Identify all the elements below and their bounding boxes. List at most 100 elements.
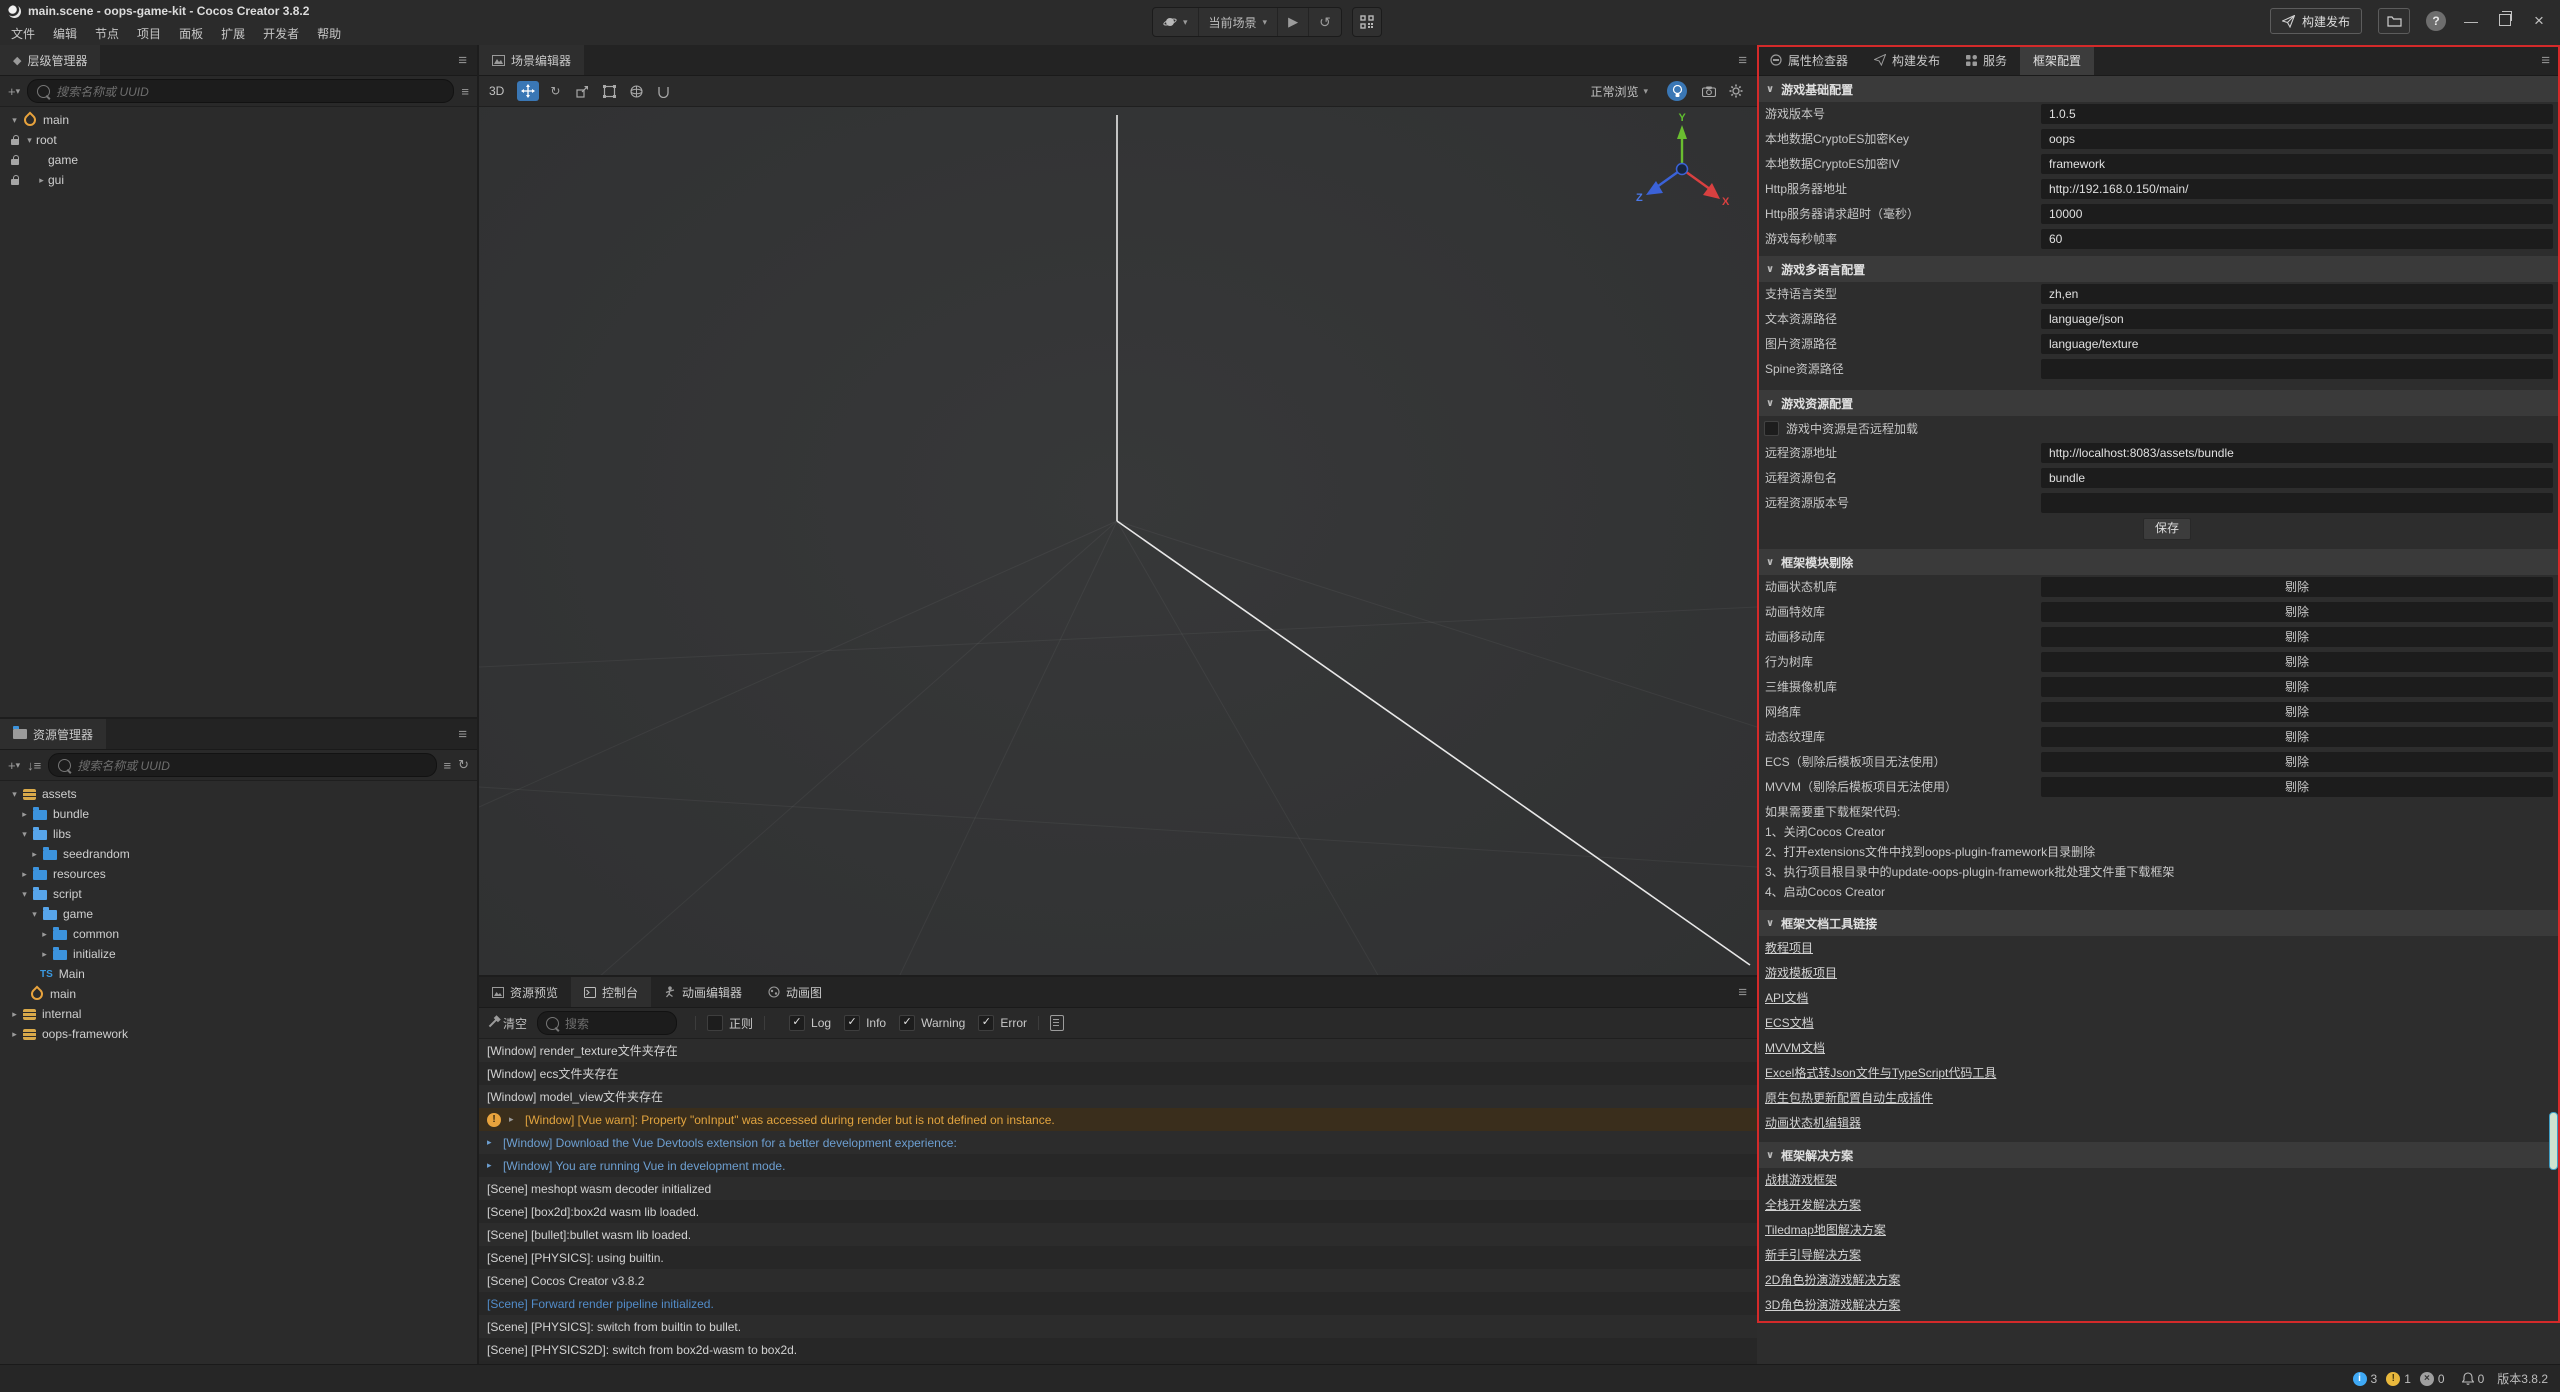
- panel-menu-icon[interactable]: ≡: [2541, 52, 2550, 69]
- log-row[interactable]: ! ▸ [Scene] Cocos Creator v3.8.2: [479, 1269, 1757, 1292]
- doc-link[interactable]: ECS文档: [1765, 1016, 1814, 1030]
- solution-link[interactable]: 新手引导解决方案: [1765, 1248, 1861, 1262]
- rotate-tool-icon[interactable]: ↻: [544, 81, 566, 101]
- build-publish-button[interactable]: 构建发布: [2270, 8, 2362, 34]
- lock-icon[interactable]: [8, 173, 22, 187]
- field-input[interactable]: 60: [2041, 229, 2553, 249]
- log-row[interactable]: ! ▸ [Scene] [PHYSICS]: switch from built…: [479, 1315, 1757, 1338]
- remove-module-button[interactable]: 剔除: [2041, 777, 2553, 797]
- doc-link[interactable]: Excel格式转Json文件与TypeScript代码工具: [1765, 1066, 1996, 1080]
- scene-viewport[interactable]: Y X Z: [479, 107, 1757, 975]
- open-project-folder-button[interactable]: [2378, 8, 2410, 34]
- menu-item[interactable]: 扩展: [212, 25, 254, 42]
- remove-module-button[interactable]: 剔除: [2041, 752, 2553, 772]
- asset-node-row[interactable]: main: [0, 984, 477, 1004]
- log-file-icon[interactable]: [1050, 1015, 1064, 1031]
- field-input[interactable]: language/texture: [2041, 334, 2553, 354]
- asset-node-row[interactable]: initialize: [0, 944, 477, 964]
- log-row[interactable]: ! ▸ [Window] Download the Vue Devtools e…: [479, 1131, 1757, 1154]
- hierarchy-node-row[interactable]: game: [0, 150, 477, 170]
- hierarchy-search-input[interactable]: 搜索名称或 UUID: [27, 79, 454, 103]
- play-button[interactable]: ▶: [1278, 8, 1309, 36]
- log-row[interactable]: ! ▸ [Scene] meshopt wasm decoder initial…: [479, 1177, 1757, 1200]
- menu-item[interactable]: 节点: [86, 25, 128, 42]
- snap-tool-icon[interactable]: [652, 81, 674, 101]
- asset-node-row[interactable]: seedrandom: [0, 844, 477, 864]
- asset-node-row[interactable]: common: [0, 924, 477, 944]
- restart-button[interactable]: ↺: [1309, 8, 1341, 36]
- assets-search-input[interactable]: 搜索名称或 UUID: [48, 753, 436, 777]
- tab-asset-preview[interactable]: 资源预览: [479, 977, 571, 1007]
- tab-services[interactable]: 服务: [1953, 45, 2020, 75]
- lock-icon[interactable]: [8, 153, 22, 167]
- regex-checkbox[interactable]: 正则: [707, 1015, 753, 1032]
- doc-link[interactable]: 动画状态机编辑器: [1765, 1116, 1861, 1130]
- solution-link[interactable]: 全栈开发解决方案: [1765, 1198, 1861, 1212]
- log-row[interactable]: ! ▸ [Scene] Forward render pipeline init…: [479, 1292, 1757, 1315]
- solution-link[interactable]: 2D角色扮演游戏解决方案: [1765, 1273, 1900, 1287]
- log-row[interactable]: ! ▸ [Scene] [bullet]:bullet wasm lib loa…: [479, 1223, 1757, 1246]
- doc-link[interactable]: 游戏模板项目: [1765, 966, 1837, 980]
- doc-link[interactable]: MVVM文档: [1765, 1041, 1825, 1055]
- expand-arrow-icon[interactable]: ▸: [509, 1114, 525, 1125]
- tab-console[interactable]: 控制台: [571, 977, 651, 1007]
- tab-build-publish[interactable]: 构建发布: [1861, 45, 1953, 75]
- asset-node-row[interactable]: internal: [0, 1004, 477, 1024]
- field-input[interactable]: [2041, 493, 2553, 513]
- create-asset-button[interactable]: +▾: [8, 758, 20, 773]
- solution-link[interactable]: Tiledmap地图解决方案: [1765, 1223, 1886, 1237]
- remove-module-button[interactable]: 剔除: [2041, 727, 2553, 747]
- field-input[interactable]: oops: [2041, 129, 2553, 149]
- expand-arrow-icon[interactable]: [18, 829, 31, 840]
- gizmo-space-icon[interactable]: [625, 81, 647, 101]
- log-row[interactable]: ! ▸ [Scene] [box2d]:box2d wasm lib loade…: [479, 1200, 1757, 1223]
- view-mode-select[interactable]: 正常浏览 ▾: [1590, 83, 1648, 100]
- panel-menu-icon[interactable]: ≡: [1738, 52, 1747, 69]
- log-row[interactable]: ! ▸ [Window] ecs文件夹存在: [479, 1062, 1757, 1085]
- log-row[interactable]: ! ▸ [Window] model_view文件夹存在: [479, 1085, 1757, 1108]
- status-info-counter[interactable]: i 3: [2353, 1372, 2378, 1386]
- doc-link[interactable]: 教程项目: [1765, 941, 1813, 955]
- lock-icon[interactable]: [8, 133, 22, 147]
- menu-item[interactable]: 开发者: [254, 25, 308, 42]
- console-search-input[interactable]: 搜索: [537, 1011, 677, 1035]
- solution-link[interactable]: 3D角色扮演游戏解决方案: [1765, 1298, 1900, 1312]
- hierarchy-node-row[interactable]: main: [0, 110, 477, 130]
- log-row[interactable]: ! ▸ [Window] render_texture文件夹存在: [479, 1039, 1757, 1062]
- tab-animation-editor[interactable]: 动画编辑器: [651, 977, 755, 1007]
- remote-load-checkbox[interactable]: [1764, 421, 1779, 436]
- menu-item[interactable]: 项目: [128, 25, 170, 42]
- clear-console-button[interactable]: 清空: [488, 1015, 527, 1032]
- tab-inspector[interactable]: 属性检查器: [1757, 45, 1861, 75]
- section-resource-config[interactable]: ∨游戏资源配置: [1757, 390, 2560, 416]
- lighting-toggle[interactable]: [1667, 81, 1687, 101]
- doc-link[interactable]: 原生包热更新配置自动生成插件: [1765, 1091, 1933, 1105]
- camera-settings-icon[interactable]: [1698, 81, 1720, 101]
- filter-icon[interactable]: ≡: [444, 758, 452, 773]
- field-input[interactable]: language/json: [2041, 309, 2553, 329]
- menu-item[interactable]: 面板: [170, 25, 212, 42]
- expand-arrow-icon[interactable]: [23, 135, 36, 146]
- expand-arrow-icon[interactable]: ▸: [487, 1137, 503, 1148]
- create-node-button[interactable]: +▾: [8, 84, 20, 99]
- expand-arrow-icon[interactable]: [18, 869, 31, 880]
- log-row[interactable]: ! ▸ [Window] [Vue warn]: Property "onInp…: [479, 1108, 1757, 1131]
- menu-item[interactable]: 文件: [2, 25, 44, 42]
- sort-assets-icon[interactable]: ↓≡: [27, 758, 41, 773]
- menu-item[interactable]: 编辑: [44, 25, 86, 42]
- asset-node-row[interactable]: assets: [0, 784, 477, 804]
- mode-3d-button[interactable]: 3D: [489, 84, 504, 98]
- field-input[interactable]: http://192.168.0.150/main/: [2041, 179, 2553, 199]
- tab-animation-graph[interactable]: 动画图: [755, 977, 835, 1007]
- expand-arrow-icon[interactable]: [28, 849, 41, 860]
- solution-link[interactable]: 战棋游戏框架: [1765, 1173, 1837, 1187]
- asset-node-row[interactable]: libs: [0, 824, 477, 844]
- save-button[interactable]: 保存: [2143, 518, 2191, 540]
- panel-menu-icon[interactable]: ≡: [1738, 984, 1747, 1001]
- expand-arrow-icon[interactable]: [8, 789, 21, 800]
- asset-node-row[interactable]: Main: [0, 964, 477, 984]
- panel-menu-icon[interactable]: ≡: [458, 52, 467, 69]
- field-input[interactable]: bundle: [2041, 468, 2553, 488]
- status-error-counter[interactable]: × 0: [2420, 1372, 2445, 1386]
- expand-arrow-icon[interactable]: [38, 949, 51, 960]
